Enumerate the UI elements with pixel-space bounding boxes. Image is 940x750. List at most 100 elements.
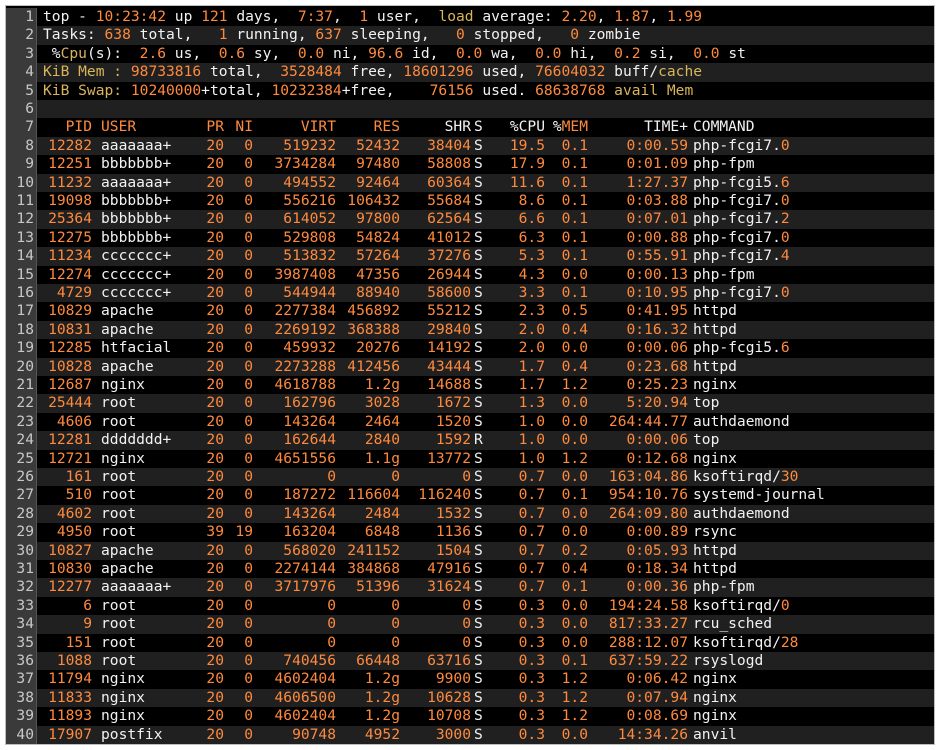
cell-pid: 12285	[48, 339, 92, 357]
summary-text: used.	[473, 81, 536, 99]
summary-line: top - 10:23:42 up 121 days, 7:37, 1 user…	[43, 8, 702, 26]
terminal-line: 18 10831 apache 20 0 2269192 368388 29840 S 2.0 0.…	[6, 320, 934, 340]
column-header-user[interactable]: USER	[101, 118, 191, 136]
cell-shr: 43444	[427, 357, 471, 375]
cell-mem: 1.2	[561, 688, 588, 706]
cell-cpu: 0.3	[518, 652, 545, 669]
cell-shr: 1520	[435, 412, 471, 430]
cell-cpu: 0.3	[518, 707, 545, 725]
cell-pr: 20	[206, 652, 224, 669]
cell-virt: 3717976	[274, 578, 336, 596]
cell-time: 0:12.68	[626, 449, 688, 467]
line-number: 17	[6, 302, 37, 321]
cell-shr: 3000	[435, 725, 471, 743]
terminal-line: 34 9 root 20 0 0 0 0 S 0.3 0.0 817:33.27 rcu_sched	[6, 615, 934, 634]
summary-text: 2.6	[139, 44, 167, 62]
column-header-mem[interactable]: %MEM	[545, 118, 588, 136]
cell-ni: 0	[244, 173, 253, 191]
command-suffix: 0	[780, 284, 790, 301]
line-number: 26	[6, 468, 37, 487]
line-number: 16	[6, 284, 37, 303]
command-name: rcu_sched	[693, 615, 773, 633]
command-name: httpd	[693, 302, 737, 320]
column-header-cpu[interactable]: %CPU	[495, 118, 545, 136]
terminal-line: 16 4729 ccccccc+ 20 0 544944 88940 58600 S 3.3 0.1…	[6, 284, 934, 303]
cell-pr: 20	[206, 210, 224, 228]
cell-pid: 151	[65, 633, 92, 651]
column-header-mem-prefix: %	[552, 118, 562, 136]
summary-text: %	[43, 44, 61, 62]
column-header-res[interactable]: RES	[336, 118, 400, 136]
terminal-line: 7 PID USER PR NI VIRT RES SHR S %CPU %MEM TIME+ COMM…	[6, 118, 934, 137]
cell-mem: 0.0	[561, 339, 588, 357]
terminal-line: 11 19098 bbbbbbb+ 20 0 556216 106432 55684 S 8.6 0…	[6, 192, 934, 211]
summary-text: 0.0	[535, 44, 562, 62]
cell-s: S	[474, 725, 483, 743]
cell-s: R	[474, 431, 483, 449]
cell-pr: 20	[206, 468, 224, 485]
cell-pr: 20	[206, 633, 224, 651]
column-header-cmd[interactable]: COMMAND	[693, 118, 893, 136]
summary-line: Tasks: 638 total, 1 running, 637 sleepin…	[43, 26, 641, 44]
cell-virt: 556216	[283, 192, 336, 209]
cell-time: 0:41.95	[626, 302, 688, 320]
cell-res: 2464	[364, 412, 400, 430]
column-header-s[interactable]: S	[474, 118, 488, 136]
terminal-line: 40 17907 postfix 20 0 90748 4952 3000 S 0.3 0.0 14:…	[6, 725, 934, 744]
command-name: authdaemond	[693, 504, 790, 522]
cell-pr: 20	[206, 615, 224, 633]
command-name: rsyslogd	[693, 652, 764, 669]
summary-line: KiB Swap: 10240000+total, 10232384+free,…	[43, 82, 693, 100]
column-header-virt[interactable]: VIRT	[256, 118, 336, 136]
cell-user: apache	[101, 357, 154, 375]
cell-time: 817:33.27	[608, 615, 688, 633]
cell-ni: 0	[244, 633, 253, 651]
terminal-line: 1 top - 10:23:42 up 121 days, 7:37, 1 use…	[6, 8, 934, 27]
terminal-window[interactable]: 1 top - 10:23:42 up 121 days, 7:37, 1 use…	[5, 5, 935, 745]
cell-res: 106432	[347, 192, 400, 209]
summary-text: sy,	[245, 44, 298, 62]
summary-text: +free,	[341, 81, 430, 99]
column-header-shr[interactable]: SHR	[400, 118, 471, 136]
cell-cpu: 6.6	[518, 210, 545, 228]
cell-cpu: 0.7	[518, 468, 545, 485]
cell-cmd: nginx	[693, 689, 893, 707]
line-number: 33	[6, 596, 37, 616]
cell-pr: 20	[206, 504, 224, 522]
cell-cmd: php-fcgi7.0	[693, 229, 893, 247]
line-number: 32	[6, 578, 37, 597]
cell-pid: 510	[65, 486, 92, 504]
cell-shr: 37276	[427, 247, 471, 265]
cell-mem: 0.0	[561, 725, 588, 743]
terminal-line: 23 4606 root 20 0 143264 2464 1520 S 1.0 0.0 264:44…	[6, 412, 934, 432]
cell-time: 1:27.37	[626, 173, 688, 191]
line-number: 35	[6, 633, 37, 652]
cell-shr: 0	[462, 615, 471, 633]
cell-cpu: 5.3	[518, 247, 545, 265]
cell-s: S	[474, 210, 483, 228]
column-header-ni[interactable]: NI	[231, 118, 253, 136]
cell-res: 0	[391, 615, 400, 633]
cell-pid: 10828	[48, 357, 92, 375]
cell-ni: 0	[244, 670, 253, 688]
summary-text: 10232384	[271, 81, 342, 99]
column-header-pr[interactable]: PR	[196, 118, 224, 136]
cell-shr: 1592	[435, 431, 471, 449]
cell-pid: 11794	[48, 670, 92, 688]
cell-pr: 20	[206, 431, 224, 449]
cell-ni: 0	[244, 560, 253, 577]
summary-text: 18601296	[403, 63, 474, 81]
cell-user: root	[101, 523, 137, 541]
cell-mem: 0.1	[561, 210, 588, 228]
summary-text: st	[719, 44, 746, 62]
column-header-pid[interactable]: PID	[43, 118, 92, 136]
cell-time: 194:24.58	[608, 596, 688, 614]
summary-text: user,	[368, 8, 439, 25]
cell-ni: 0	[244, 320, 253, 338]
cell-shr: 26944	[427, 265, 471, 283]
terminal-line: 22 25444 root 20 0 162796 3028 1672 S 1.3 0.0 5:20.…	[6, 394, 934, 413]
column-header-time[interactable]: TIME+	[588, 118, 688, 136]
cell-shr: 63716	[427, 652, 471, 669]
cell-cpu: 0.3	[518, 615, 545, 633]
cell-s: S	[474, 394, 483, 412]
